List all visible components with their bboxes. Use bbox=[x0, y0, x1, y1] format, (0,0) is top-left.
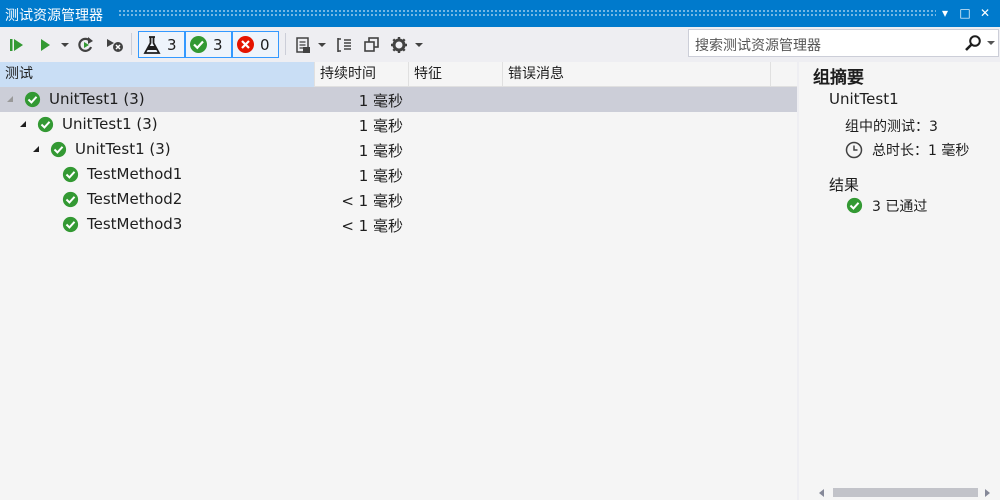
playlist-dropdown[interactable] bbox=[316, 32, 328, 58]
test-group-row[interactable]: UnitTest1 (3) 1 毫秒 bbox=[0, 137, 797, 162]
cancel-button[interactable] bbox=[104, 32, 126, 58]
column-header-row: 测试 持续时间 特征 错误消息 bbox=[0, 62, 797, 87]
copy-button[interactable] bbox=[361, 32, 383, 58]
settings-dropdown[interactable] bbox=[413, 32, 425, 58]
toolbar-separator bbox=[131, 33, 132, 55]
flask-icon bbox=[143, 35, 161, 54]
test-duration: 1 毫秒 bbox=[358, 117, 403, 135]
passed-icon bbox=[62, 216, 79, 233]
test-group-row[interactable]: UnitTest1 (3) 1 毫秒 bbox=[0, 87, 797, 112]
settings-button[interactable] bbox=[388, 32, 410, 58]
run-dropdown[interactable] bbox=[58, 32, 72, 58]
summary-group-name: UnitTest1 bbox=[829, 90, 899, 108]
toolbar-separator bbox=[285, 33, 286, 55]
column-header-traits[interactable]: 特征 bbox=[409, 62, 503, 87]
passed-icon bbox=[62, 191, 79, 208]
close-button[interactable]: ✕ bbox=[977, 5, 993, 21]
chevron-down-icon bbox=[318, 43, 326, 47]
horizontal-scrollbar[interactable] bbox=[799, 483, 1000, 500]
column-header-duration[interactable]: 持续时间 bbox=[315, 62, 409, 87]
playlist-icon bbox=[296, 37, 310, 53]
passed-icon bbox=[62, 166, 79, 183]
playlist-button[interactable] bbox=[292, 32, 314, 58]
cancel-icon bbox=[107, 39, 123, 52]
summary-pane: 组摘要 UnitTest1 组中的测试：3 总时长：1 毫秒 结果 3 已通过 bbox=[799, 62, 1000, 500]
test-name: UnitTest1 (3) bbox=[75, 140, 171, 158]
scrollbar-thumb[interactable] bbox=[833, 488, 978, 497]
chevron-down-icon bbox=[415, 43, 423, 47]
search-placeholder: 搜索测试资源管理器 bbox=[695, 38, 821, 54]
summary-passed-result[interactable]: 3 已通过 bbox=[872, 196, 927, 216]
search-icon[interactable] bbox=[964, 34, 982, 52]
passed-icon bbox=[846, 197, 863, 214]
test-group-row[interactable]: UnitTest1 (3) 1 毫秒 bbox=[0, 112, 797, 137]
test-name: UnitTest1 (3) bbox=[62, 115, 158, 133]
failed-count: 0 bbox=[260, 35, 270, 54]
run-icon bbox=[41, 39, 50, 51]
summary-results-label: 结果 bbox=[829, 176, 860, 194]
title-grip bbox=[118, 9, 936, 16]
summary-header: 组摘要 bbox=[813, 68, 864, 88]
test-method-row[interactable]: TestMethod1 1 毫秒 bbox=[0, 162, 797, 187]
run-button[interactable] bbox=[34, 32, 56, 58]
test-method-row[interactable]: TestMethod3 < 1 毫秒 bbox=[0, 212, 797, 237]
group-by-button[interactable] bbox=[333, 32, 355, 58]
run-all-button[interactable] bbox=[6, 32, 28, 58]
search-options-dropdown[interactable] bbox=[987, 41, 995, 45]
search-input[interactable]: 搜索测试资源管理器 bbox=[688, 29, 999, 57]
expand-arrow-icon[interactable] bbox=[7, 96, 13, 102]
failed-tests-filter[interactable]: 0 bbox=[232, 31, 279, 58]
passed-icon bbox=[24, 91, 41, 108]
passed-count: 3 bbox=[213, 35, 223, 54]
gear-icon bbox=[391, 37, 407, 53]
total-count: 3 bbox=[167, 35, 177, 54]
scroll-left-arrow-icon[interactable] bbox=[819, 489, 824, 497]
copy-icon bbox=[364, 37, 379, 52]
clock-icon bbox=[845, 141, 863, 159]
group-by-icon bbox=[337, 38, 351, 52]
test-list-pane: 测试 持续时间 特征 错误消息 UnitTest1 (3) 1 毫秒 UnitT… bbox=[0, 62, 797, 500]
summary-tests-in-group: 组中的测试：3 bbox=[845, 119, 938, 135]
test-method-row[interactable]: TestMethod2 < 1 毫秒 bbox=[0, 187, 797, 212]
test-duration: 1 毫秒 bbox=[358, 142, 403, 160]
column-header-error-message[interactable]: 错误消息 bbox=[503, 62, 771, 87]
summary-total-duration: 总时长：1 毫秒 bbox=[872, 143, 970, 159]
expand-arrow-icon[interactable] bbox=[33, 146, 39, 152]
passed-icon bbox=[37, 116, 54, 133]
window-title: 测试资源管理器 bbox=[5, 8, 103, 24]
run-all-icon bbox=[10, 39, 23, 51]
title-bar: 测试资源管理器 ▾ □ ✕ bbox=[0, 0, 1000, 27]
total-tests-filter[interactable]: 3 bbox=[138, 31, 185, 58]
failed-icon bbox=[237, 36, 254, 53]
passed-icon bbox=[50, 141, 67, 158]
passed-icon bbox=[190, 36, 207, 53]
repeat-last-run-button[interactable] bbox=[75, 32, 97, 58]
test-name: UnitTest1 (3) bbox=[49, 90, 145, 108]
test-duration: < 1 毫秒 bbox=[341, 217, 403, 235]
scroll-right-arrow-icon[interactable] bbox=[985, 489, 990, 497]
window-menu-button[interactable]: ▾ bbox=[937, 5, 953, 21]
test-duration: < 1 毫秒 bbox=[341, 192, 403, 210]
maximize-button[interactable]: □ bbox=[957, 5, 973, 21]
test-duration: 1 毫秒 bbox=[358, 167, 403, 185]
test-name: TestMethod3 bbox=[87, 215, 183, 233]
expand-arrow-icon[interactable] bbox=[20, 121, 26, 127]
chevron-down-icon bbox=[61, 43, 69, 47]
test-duration: 1 毫秒 bbox=[358, 92, 403, 110]
refresh-icon bbox=[78, 37, 93, 52]
passed-tests-filter[interactable]: 3 bbox=[185, 31, 232, 58]
test-name: TestMethod2 bbox=[87, 190, 183, 208]
column-header-test[interactable]: 测试 bbox=[0, 62, 315, 87]
test-name: TestMethod1 bbox=[87, 165, 183, 183]
